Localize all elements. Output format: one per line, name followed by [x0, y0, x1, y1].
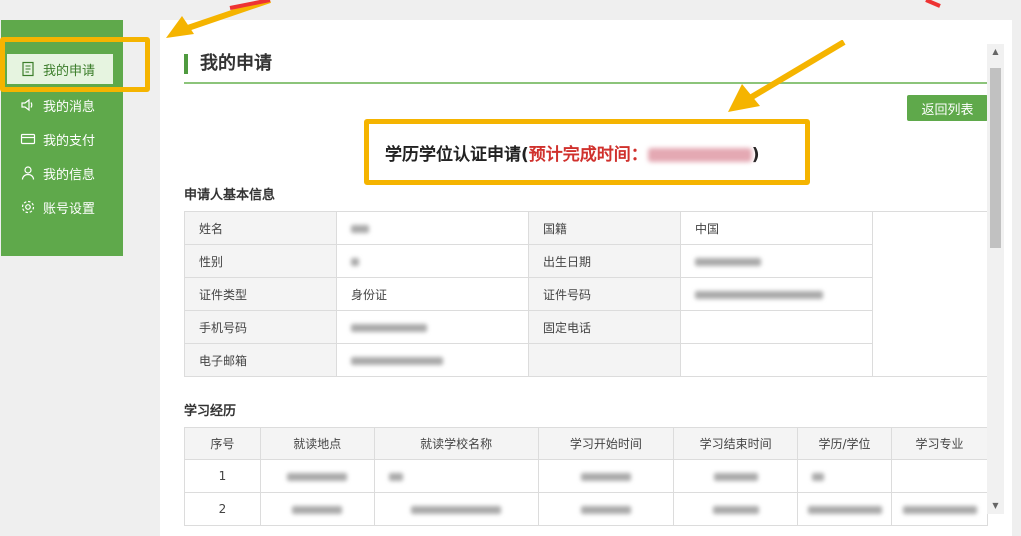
sidebar-item-my-info[interactable]: 我的信息 — [1, 156, 123, 190]
sidebar-item-label: 我的消息 — [43, 99, 96, 115]
speaker-icon — [19, 97, 37, 113]
column-header: 学习专业 — [891, 427, 988, 460]
back-to-list-button[interactable]: 返回列表 — [907, 95, 988, 121]
field-label: 手机号码 — [184, 310, 337, 344]
applicant-info-table: 姓名 国籍 中国 性别 出生日期 证件类型 身份证 证件号码 手机号码 固定电话… — [184, 211, 989, 377]
row-number: 1 — [184, 459, 261, 493]
gear-icon — [19, 199, 37, 215]
table-row: 姓名 国籍 中国 — [184, 211, 989, 377]
scroll-up-icon[interactable]: ▲ — [987, 44, 1004, 60]
field-value — [680, 343, 873, 377]
table-cell — [537, 492, 675, 526]
field-label: 性别 — [184, 244, 337, 278]
table-header-row: 序号 就读地点 就读学校名称 学习开始时间 学习结束时间 学历/学位 学习专业 — [184, 427, 988, 460]
annotation-arrow-heading — [728, 40, 846, 112]
annotation-mark-top — [229, 0, 271, 10]
column-header: 就读学校名称 — [373, 427, 539, 460]
table-cell — [673, 492, 799, 526]
table-row: 手机号码 固定电话 — [184, 310, 989, 344]
column-header: 就读地点 — [259, 427, 375, 460]
field-label: 国籍 — [528, 211, 681, 245]
table-cell — [797, 459, 893, 493]
vertical-scrollbar[interactable]: ▲ ▼ — [987, 44, 1004, 514]
table-cell — [537, 459, 675, 493]
table-cell — [891, 492, 988, 526]
scroll-down-icon[interactable]: ▼ — [987, 498, 1004, 514]
field-label: 证件号码 — [528, 277, 681, 311]
table-cell — [373, 492, 539, 526]
table-row: 性别 出生日期 — [184, 244, 989, 278]
column-header: 学历/学位 — [797, 427, 893, 460]
field-label: 固定电话 — [528, 310, 681, 344]
highlight-box-sidebar — [0, 37, 150, 92]
field-value — [680, 244, 873, 278]
table-row: 电子邮箱 — [184, 343, 989, 377]
highlight-box-heading — [364, 119, 810, 185]
field-value — [336, 244, 529, 278]
column-header: 学习结束时间 — [673, 427, 799, 460]
field-value: 身份证 — [336, 277, 529, 311]
sidebar-item-label: 账号设置 — [43, 201, 96, 217]
annotation-mark-top-right — [925, 0, 941, 8]
study-history-table: 序号 就读地点 就读学校名称 学习开始时间 学习结束时间 学历/学位 学习专业 … — [184, 427, 988, 526]
sidebar-item-label: 我的支付 — [43, 133, 96, 149]
table-cell — [259, 492, 375, 526]
table-row: 2 — [184, 492, 988, 526]
photo-area — [872, 211, 989, 377]
study-section-title: 学习经历 — [184, 404, 237, 419]
sidebar-item-my-payments[interactable]: 我的支付 — [1, 122, 123, 156]
field-label: 证件类型 — [184, 277, 337, 311]
field-label — [528, 343, 681, 377]
table-row: 1 — [184, 459, 988, 493]
table-row: 证件类型 身份证 证件号码 — [184, 277, 989, 311]
page-title: 我的申请 — [184, 54, 272, 74]
field-label: 出生日期 — [528, 244, 681, 278]
table-cell — [797, 492, 893, 526]
table-cell — [891, 459, 988, 493]
table-cell — [259, 459, 375, 493]
scroll-thumb[interactable] — [990, 68, 1001, 248]
sidebar-item-account-settings[interactable]: 账号设置 — [1, 190, 123, 224]
sidebar-item-my-messages[interactable]: 我的消息 — [1, 88, 123, 122]
field-value: 中国 — [680, 211, 873, 245]
field-value — [680, 277, 873, 311]
field-value — [336, 211, 529, 245]
column-header: 序号 — [184, 427, 261, 460]
field-value — [680, 310, 873, 344]
applicant-section-title: 申请人基本信息 — [184, 188, 276, 203]
card-icon — [19, 131, 37, 147]
user-icon — [19, 165, 37, 181]
table-cell — [673, 459, 799, 493]
field-label: 电子邮箱 — [184, 343, 337, 377]
field-value — [336, 343, 529, 377]
field-label: 姓名 — [184, 211, 337, 245]
sidebar-item-label: 我的信息 — [43, 167, 96, 183]
field-value — [336, 310, 529, 344]
column-header: 学习开始时间 — [537, 427, 675, 460]
table-cell — [373, 459, 539, 493]
main-panel: 我的申请 返回列表 学历学位认证申请(预计完成时间：) 申请人基本信息 姓名 国… — [160, 20, 1012, 536]
title-divider — [184, 82, 988, 84]
row-number: 2 — [184, 492, 261, 526]
